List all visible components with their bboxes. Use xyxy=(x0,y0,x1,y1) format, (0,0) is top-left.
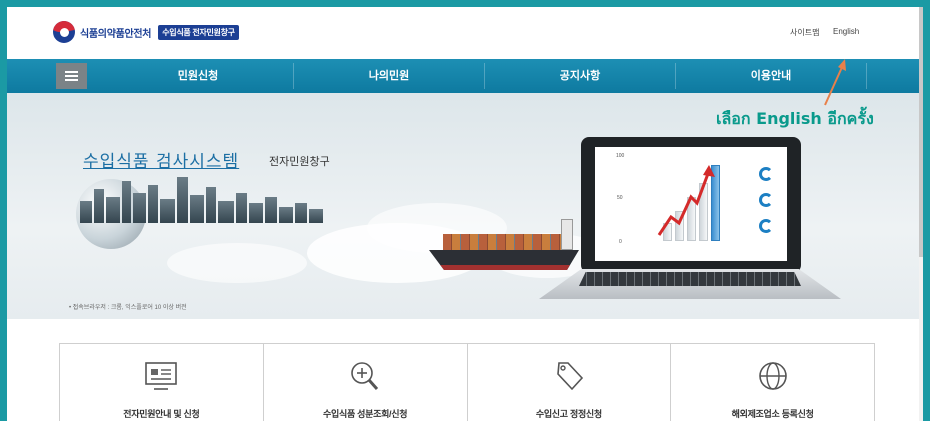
card-label: 전자민원안내 및 신청 xyxy=(123,409,200,419)
search-zoom-icon xyxy=(351,362,379,390)
card-import-correction[interactable]: 수입신고 정정신청 xyxy=(468,344,672,421)
logo-badge: 수입식품 전자민원창구 xyxy=(158,24,239,40)
globe-icon xyxy=(758,362,787,390)
browser-note: • 접속브라우저 : 크롬, 익스플로어 10 이상 버전 xyxy=(69,305,187,311)
annotation-arrow-icon xyxy=(824,59,846,106)
english-link[interactable]: English xyxy=(833,27,859,36)
banner-title: 수입식품 검사시스템 xyxy=(83,152,240,172)
browser-viewport: 식품의약품안전처 수입식품 전자민원창구 사이트맵 English 민원신청 나… xyxy=(7,7,923,421)
nav-item-notices[interactable]: 공지사항 xyxy=(485,59,675,93)
card-label: 수입식품 성분조회/신청 xyxy=(323,409,408,419)
card-label: 해외제조업소 등록신청 xyxy=(731,409,814,419)
service-cards: 전자민원안내 및 신청 수입식품 성분조회/신청 수입신고 정정신청 해외제조업… xyxy=(59,343,875,421)
nav-item-apply[interactable]: 민원신청 xyxy=(103,59,293,93)
annotation-text: เลือก English อีกครั้ง xyxy=(716,109,874,128)
card-ingredient-lookup[interactable]: 수입식품 성분조회/신청 xyxy=(264,344,468,421)
tag-icon xyxy=(557,362,583,391)
nav-item-my-requests[interactable]: 나의민원 xyxy=(294,59,484,93)
scrollbar-thumb[interactable] xyxy=(919,7,923,257)
cargo-ship-illustration xyxy=(443,234,561,250)
mfds-emblem-icon xyxy=(53,21,75,43)
card-e-civil-guide[interactable]: 전자민원안내 및 신청 xyxy=(60,344,264,421)
site-header: 식품의약품안전처 수입식품 전자민원창구 사이트맵 English xyxy=(7,7,923,59)
hamburger-icon[interactable] xyxy=(56,63,87,89)
monitor-icon xyxy=(145,362,178,390)
logo-text: 식품의약품안전처 xyxy=(80,28,152,40)
card-label: 수입신고 정정신청 xyxy=(535,409,602,419)
site-logo[interactable]: 식품의약품안전처 수입식품 전자민원창구 xyxy=(53,21,239,43)
banner-subtitle: 전자민원창구 xyxy=(269,156,330,168)
card-overseas-registration[interactable]: 해외제조업소 등록신청 xyxy=(671,344,874,421)
sitemap-link[interactable]: 사이트맵 xyxy=(790,27,819,38)
